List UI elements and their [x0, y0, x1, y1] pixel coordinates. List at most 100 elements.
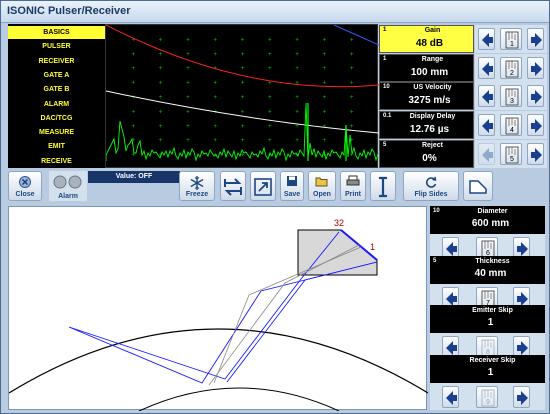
settings-menu: BASICS PULSER RECEIVER GATE A GATE B ALARM DAC… — [8, 24, 105, 168]
grid-marker: + — [295, 51, 299, 58]
increase-button[interactable] — [527, 56, 544, 79]
alarm-indicator: Alarm — [49, 171, 87, 201]
param-display-delay[interactable]: 0.1 Display Delay 12.76 µs — [379, 111, 474, 140]
geometry-param-receiver-skip[interactable]: Receiver Skip 1 — [430, 354, 545, 383]
grid-marker: + — [159, 36, 163, 43]
open-button[interactable]: Open — [308, 171, 336, 201]
geometry-param-controls: 9 — [430, 382, 545, 410]
zoom-button[interactable] — [250, 171, 276, 201]
menu-item-gate-b[interactable]: GATE B — [8, 83, 105, 96]
geometry-param-thickness[interactable]: 5 Thickness 40 mm — [430, 255, 545, 284]
param-name: Reject — [421, 141, 443, 149]
param-name: Emitter Skip — [472, 307, 513, 314]
menu-item-dac-tcg[interactable]: DAC/TCG — [8, 112, 105, 125]
param-us-velocity[interactable]: 10 US Velocity 3275 m/s — [379, 82, 474, 111]
step-button[interactable]: 3 — [500, 85, 522, 108]
grid-marker: + — [323, 36, 327, 43]
increase-button[interactable] — [527, 85, 544, 108]
increase-button[interactable] — [527, 114, 544, 137]
grid-marker: + — [131, 123, 135, 130]
decrease-button[interactable] — [478, 85, 495, 108]
menu-item-basics[interactable]: BASICS — [8, 26, 105, 39]
flip-sides-button[interactable]: Flip Sides — [403, 171, 459, 201]
param-controls: 4 — [475, 111, 547, 140]
param-value: 12.76 µs — [409, 124, 450, 136]
step-button[interactable]: 1 — [500, 28, 522, 50]
param-value: 48 dB — [415, 38, 444, 49]
decrease-button[interactable] — [442, 385, 459, 408]
grid-marker: + — [213, 123, 217, 130]
param-step-size: 10 — [433, 208, 440, 214]
a-scan-display: + + + + + + + + + + + + + + + + + + + + + + + + + + + + + + + + + + + + + + + +… — [105, 24, 379, 168]
step-number: 9 — [486, 399, 490, 406]
grid-marker: + — [295, 36, 299, 43]
menu-item-measure[interactable]: MEASURE — [8, 126, 105, 139]
param-range[interactable]: 1 Range 100 mm — [379, 53, 474, 82]
increase-button[interactable] — [513, 385, 530, 408]
geometry-param-diameter[interactable]: 10 Diameter 600 mm — [430, 206, 545, 234]
swap-button[interactable] — [220, 171, 246, 201]
step-button[interactable]: 2 — [500, 56, 522, 79]
grid-marker: + — [323, 65, 327, 72]
grid-marker: + — [350, 65, 354, 72]
menu-item-pulser[interactable]: PULSER — [8, 40, 105, 53]
geometry-drawing: 32 1 — [9, 218, 428, 411]
decrease-button[interactable] — [478, 28, 495, 50]
grid-marker: + — [186, 36, 190, 43]
grid-marker: + — [213, 36, 217, 43]
menu-item-receiver[interactable]: RECEIVER — [8, 55, 105, 68]
arrow-right-icon — [531, 61, 542, 76]
grid-marker: + — [241, 36, 245, 43]
angle-label-left: 32 — [334, 218, 344, 228]
grid-marker: + — [241, 65, 245, 72]
grid-marker: + — [350, 94, 354, 101]
print-button[interactable]: Print — [340, 171, 366, 201]
param-gain[interactable]: 1 Gain 48 dB — [379, 25, 474, 53]
param-reject[interactable]: 5 Reject 0% — [379, 139, 474, 168]
menu-item-emit[interactable]: EMIT — [8, 140, 105, 153]
save-button[interactable]: Save — [280, 171, 304, 201]
step-number: 3 — [510, 98, 514, 105]
step-button[interactable]: 9 — [476, 385, 498, 408]
freeze-button[interactable]: Freeze — [179, 171, 215, 201]
grid-marker: + — [268, 51, 272, 58]
step-hand-icon: 2 — [505, 60, 519, 78]
grid-marker: + — [241, 80, 245, 87]
step-button[interactable]: 4 — [500, 114, 522, 137]
swap-arrows-icon — [224, 178, 242, 196]
grid-marker: + — [268, 94, 272, 101]
grid-marker: + — [186, 51, 190, 58]
cursor-button[interactable] — [370, 171, 396, 201]
window-title: ISONIC Pulser/Receiver — [7, 5, 131, 17]
application-window: ISONIC Pulser/Receiver BASICS PULSER RECEI… — [0, 0, 550, 414]
close-label: Close — [15, 191, 35, 198]
menu-item-alarm[interactable]: ALARM — [8, 98, 105, 111]
increase-button[interactable] — [527, 28, 544, 50]
toolbar: Close Alarm Value: OFF Freeze Save Open … — [8, 171, 544, 203]
arrow-right-icon — [531, 119, 542, 134]
snowflake-icon — [190, 176, 204, 190]
increase-button[interactable] — [527, 142, 544, 165]
param-controls: 5 — [475, 139, 547, 168]
grid-marker: + — [186, 123, 190, 130]
probe-view-button[interactable] — [463, 171, 493, 201]
step-button[interactable]: 5 — [500, 142, 522, 165]
geometry-param-emitter-skip[interactable]: Emitter Skip 1 — [430, 305, 545, 333]
step-number: 4 — [510, 127, 514, 134]
decrease-button[interactable] — [478, 56, 495, 79]
param-name: Display Delay — [409, 113, 456, 121]
grid-marker: + — [268, 137, 272, 144]
menu-item-receive[interactable]: RECEIVE — [8, 155, 105, 168]
grid-marker: + — [213, 137, 217, 144]
text-cursor-icon — [379, 176, 387, 198]
grid-marker: + — [323, 51, 327, 58]
close-button[interactable]: Close — [8, 171, 42, 201]
param-value: 40 mm — [474, 267, 507, 279]
param-name: Receiver Skip — [469, 356, 516, 364]
grid-marker: + — [241, 123, 245, 130]
decrease-button[interactable] — [478, 142, 495, 165]
menu-item-gate-a[interactable]: GATE A — [8, 69, 105, 82]
decrease-button[interactable] — [478, 114, 495, 137]
grid-marker: + — [186, 65, 190, 72]
weld-geometry-view: 32 1 — [8, 206, 428, 411]
